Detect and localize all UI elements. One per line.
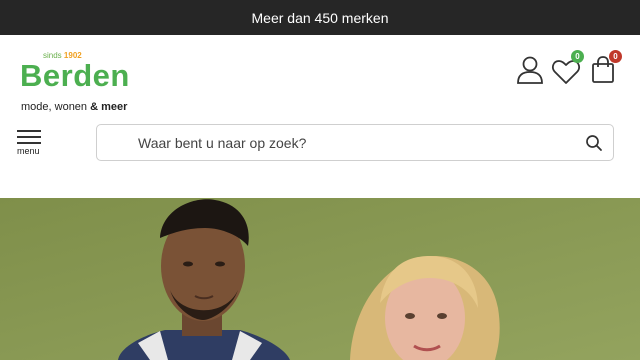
logo-tagline-amp: & xyxy=(90,101,99,113)
account-button[interactable] xyxy=(515,55,545,85)
user-icon xyxy=(517,56,543,84)
cart-button[interactable]: 0 xyxy=(591,50,623,87)
menu-icon-bar xyxy=(17,142,41,144)
menu-label: menu xyxy=(17,146,40,156)
logo-tagline: mode, wonen & meer xyxy=(21,101,127,113)
search-button[interactable] xyxy=(585,134,603,157)
wishlist-button[interactable]: 0 xyxy=(551,50,584,87)
hero-photo xyxy=(0,198,640,360)
logo-tagline-b: meer xyxy=(101,101,128,113)
wishlist-count-badge: 0 xyxy=(571,50,584,63)
logo-brand: Berden xyxy=(20,58,130,93)
menu-button[interactable]: menu xyxy=(16,127,44,157)
logo-tagline-a: mode, wonen xyxy=(21,101,88,113)
menu-icon-bar xyxy=(17,130,41,132)
search-icon xyxy=(586,135,602,151)
search-input[interactable] xyxy=(138,133,558,153)
menu-icon-bar xyxy=(17,136,41,138)
announcement-bar: Meer dan 450 merken xyxy=(0,0,640,35)
search-box xyxy=(96,124,614,161)
site-header: sinds 1902 Berden mode, wonen & meer 0 0… xyxy=(0,35,640,198)
cart-count-badge: 0 xyxy=(609,50,622,63)
announcement-text: Meer dan 450 merken xyxy=(251,9,389,26)
logo[interactable]: sinds 1902 Berden mode, wonen & meer xyxy=(20,49,150,113)
hero-banner[interactable] xyxy=(0,198,640,360)
